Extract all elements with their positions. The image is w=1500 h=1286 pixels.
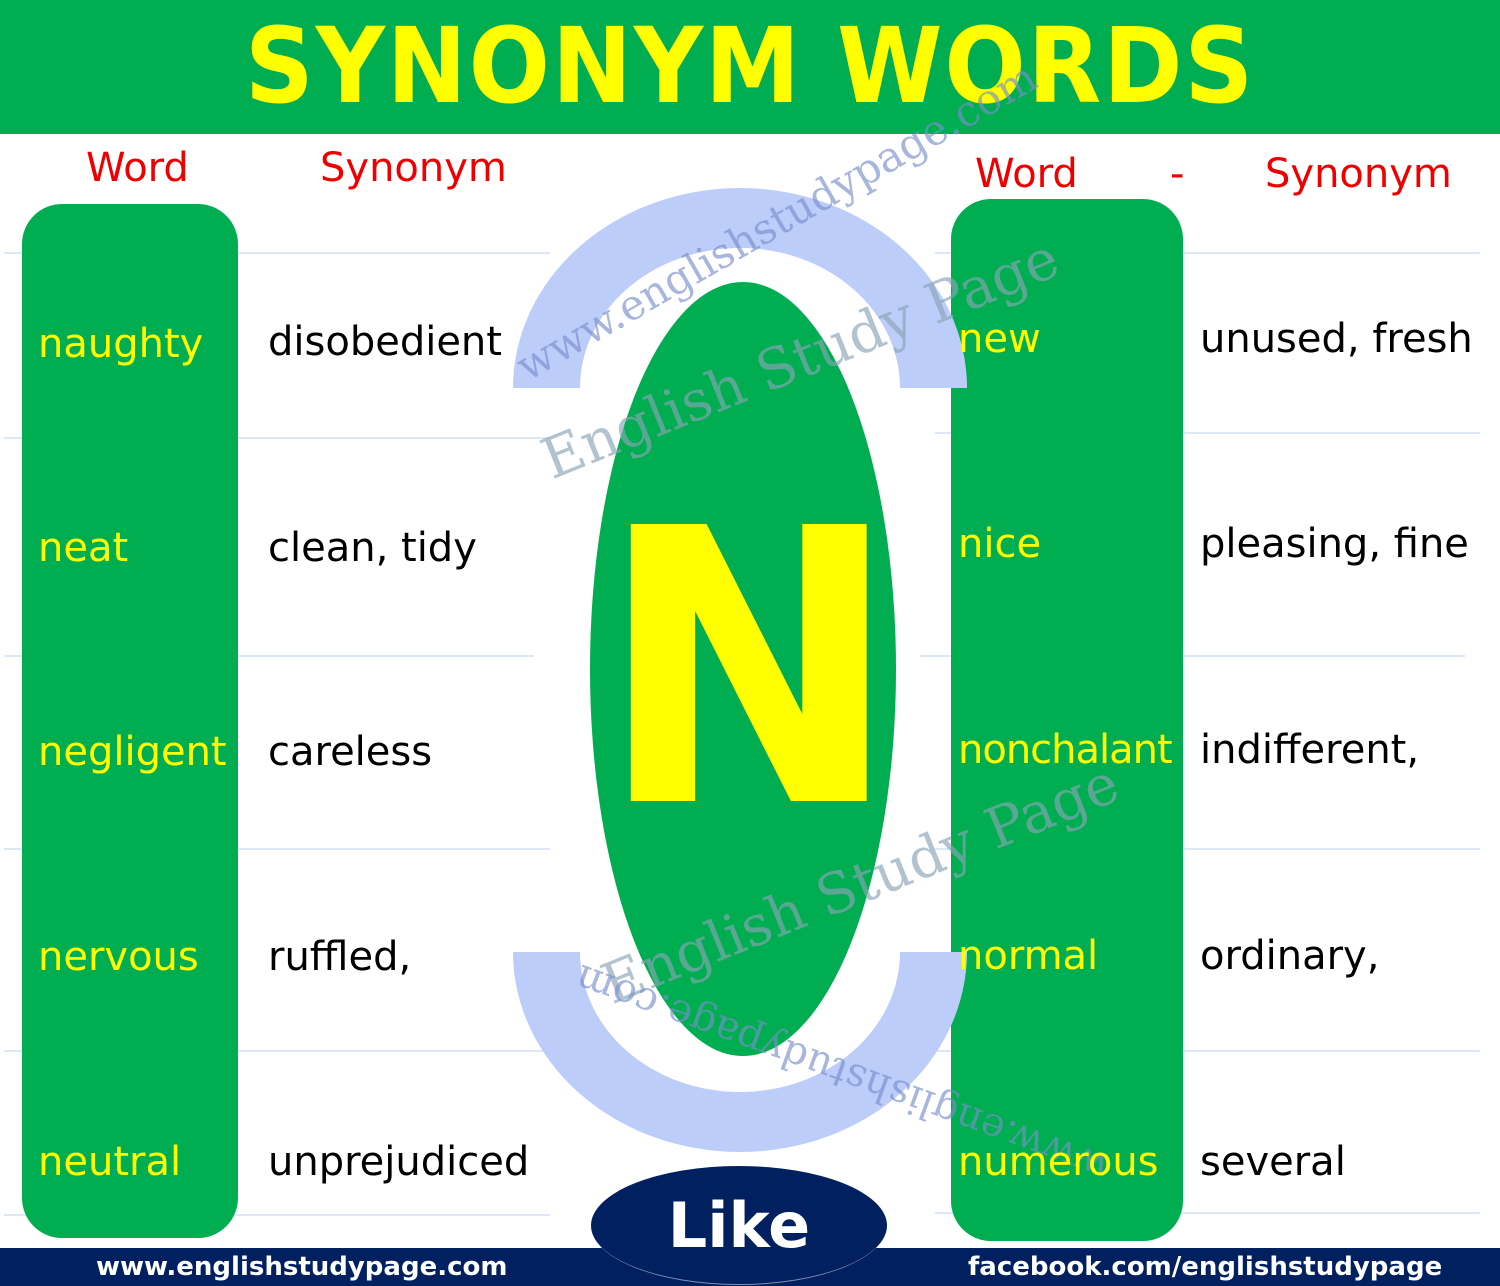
right-word-4: normal (958, 933, 1099, 979)
page-title: SYNONYM WORDS (244, 5, 1256, 127)
right-word-1: new (958, 316, 1041, 362)
right-word-header: Word (975, 151, 1078, 197)
left-word-4: nervous (38, 934, 199, 980)
right-synonym-3: indifferent, (1200, 727, 1420, 773)
like-button[interactable]: Like (591, 1166, 887, 1285)
left-word-5: neutral (38, 1139, 182, 1185)
left-synonym-header: Synonym (320, 145, 507, 191)
right-synonym-1: unused, fresh (1200, 316, 1473, 362)
big-letter: N (597, 448, 900, 891)
right-word-3: nonchalant (958, 727, 1173, 773)
footer-website-link[interactable]: www.englishstudypage.com (96, 1248, 507, 1286)
left-synonym-5: unprejudiced (268, 1139, 530, 1185)
right-synonym-header: Synonym (1265, 151, 1452, 197)
left-word-3: negligent (38, 729, 227, 775)
left-synonym-2: clean, tidy (268, 525, 477, 571)
left-synonym-1: disobedient (268, 319, 502, 365)
right-synonym-2: pleasing, fine (1200, 521, 1469, 567)
left-synonym-4: ruffled, (268, 934, 412, 980)
right-synonym-5: several (1200, 1139, 1346, 1185)
right-header-separator: - (1170, 151, 1185, 197)
left-word-header: Word (86, 145, 189, 191)
left-word-1: naughty (38, 321, 204, 367)
right-synonym-4: ordinary, (1200, 933, 1380, 979)
left-synonym-3: careless (268, 729, 433, 775)
footer-facebook-link[interactable]: facebook.com/englishstudypage (968, 1248, 1442, 1286)
right-word-5: numerous (958, 1139, 1159, 1185)
right-word-2: nice (958, 521, 1042, 567)
left-word-2: neat (38, 525, 129, 571)
